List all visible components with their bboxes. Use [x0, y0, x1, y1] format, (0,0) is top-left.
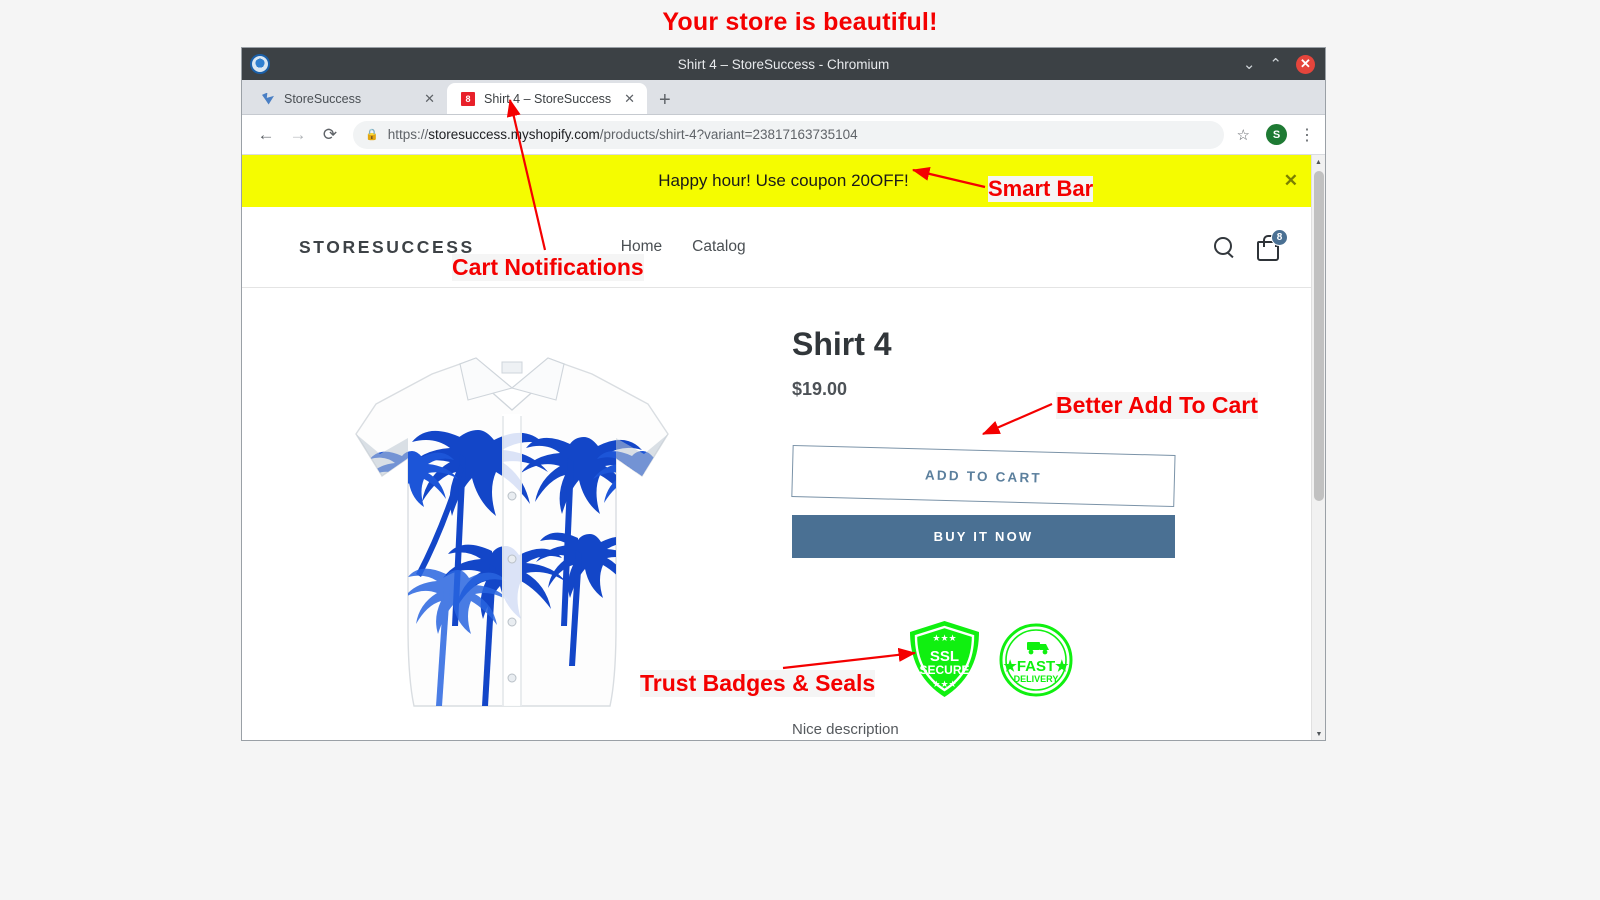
scrollbar-thumb[interactable] — [1314, 171, 1324, 501]
bookmark-icon[interactable]: ☆ — [1233, 126, 1254, 144]
annotation-smart-bar: Smart Bar — [988, 176, 1094, 202]
window-title: Shirt 4 – StoreSuccess - Chromium — [677, 56, 890, 72]
window-controls: ⌄ ⌃ ✕ — [1243, 54, 1325, 74]
product-title: Shirt 4 — [792, 326, 892, 362]
window-titlebar: Shirt 4 – StoreSuccess - Chromium ⌄ ⌃ ✕ — [242, 48, 1325, 80]
product-description: Nice description — [792, 721, 899, 738]
ssl-secure-badge: ★★★ SSL SECURE ★★★ — [910, 621, 979, 697]
page-viewport: Happy hour! Use coupon 20OFF! ✕ STORESUC… — [242, 155, 1325, 740]
omnibox-toolbar: ← → ⟳ 🔒 https://storesuccess.myshopify.c… — [242, 115, 1325, 155]
minimize-icon[interactable]: ⌄ — [1243, 57, 1256, 72]
cart-button[interactable]: 8 — [1257, 229, 1288, 261]
buy-it-now-button[interactable]: BUY IT NOW — [792, 515, 1175, 558]
tab-label: StoreSuccess — [284, 91, 362, 106]
url-scheme: https:// — [387, 127, 429, 142]
scroll-down-icon[interactable]: ▼ — [1312, 727, 1325, 740]
maximize-icon[interactable]: ⌃ — [1269, 57, 1282, 72]
smart-bar: Happy hour! Use coupon 20OFF! ✕ — [242, 155, 1325, 207]
tab-storesuccess[interactable]: StoreSuccess ✕ — [247, 83, 447, 114]
scroll-up-icon[interactable]: ▲ — [1312, 155, 1325, 169]
header-tools: 8 — [1213, 229, 1288, 261]
store-logo[interactable]: STORESUCCESS — [299, 237, 475, 258]
address-bar[interactable]: 🔒 https://storesuccess.myshopify.com/pro… — [353, 120, 1224, 149]
annotation-better-add-to-cart: Better Add To Cart — [1056, 392, 1258, 419]
nav-item-catalog[interactable]: Catalog — [692, 238, 745, 256]
svg-text:SECURE: SECURE — [919, 663, 969, 677]
tab-shirt-4[interactable]: 8 Shirt 4 – StoreSuccess ✕ — [447, 83, 647, 114]
headline-annotation: Your store is beautiful! — [662, 8, 938, 36]
cart-count-badge: 8 — [1271, 229, 1288, 246]
tab-strip: StoreSuccess ✕ 8 Shirt 4 – StoreSuccess … — [242, 80, 1325, 115]
reload-icon[interactable]: ⟳ — [316, 121, 344, 149]
page-scrollbar[interactable]: ▲ ▼ — [1311, 155, 1325, 740]
svg-text:DELIVERY: DELIVERY — [1014, 674, 1059, 684]
profile-avatar[interactable]: S — [1266, 124, 1287, 145]
store-header: STORESUCCESS Home Catalog 8 — [242, 207, 1325, 288]
close-window-icon[interactable]: ✕ — [1296, 54, 1315, 74]
lock-icon: 🔒 — [365, 129, 379, 141]
add-to-cart-button[interactable]: ADD TO CART — [791, 445, 1176, 508]
svg-text:★FAST★: ★FAST★ — [1003, 658, 1069, 675]
tab-label: Shirt 4 – StoreSuccess — [484, 91, 612, 106]
storesuccess-logo-icon — [261, 92, 275, 106]
url-path: /products/shirt-4?variant=23817163735104 — [599, 127, 858, 142]
fast-delivery-badge: ★FAST★ DELIVERY — [999, 623, 1073, 697]
svg-text:★★★: ★★★ — [932, 679, 956, 689]
back-icon[interactable]: ← — [252, 121, 280, 149]
browser-menu-icon[interactable]: ⋮ — [1299, 125, 1315, 145]
search-icon[interactable] — [1213, 236, 1235, 258]
smart-bar-close-icon[interactable]: ✕ — [1284, 171, 1298, 191]
tab-close-icon[interactable]: ✕ — [622, 91, 637, 107]
smart-bar-message: Happy hour! Use coupon 20OFF! — [658, 171, 909, 190]
url-text: https://storesuccess.myshopify.com/produ… — [388, 127, 858, 142]
annotation-trust-badges: Trust Badges & Seals — [640, 670, 876, 697]
new-tab-button[interactable]: + — [647, 90, 683, 114]
svg-text:★★★: ★★★ — [932, 633, 956, 643]
forward-icon[interactable]: → — [284, 121, 312, 149]
cart-count-badge-icon: 8 — [461, 91, 475, 106]
annotation-cart-notifications: Cart Notifications — [452, 254, 644, 281]
tab-close-icon[interactable]: ✕ — [422, 91, 437, 107]
product-image-shirt[interactable] — [342, 326, 682, 721]
url-domain: storesuccess.myshopify.com — [428, 127, 600, 142]
